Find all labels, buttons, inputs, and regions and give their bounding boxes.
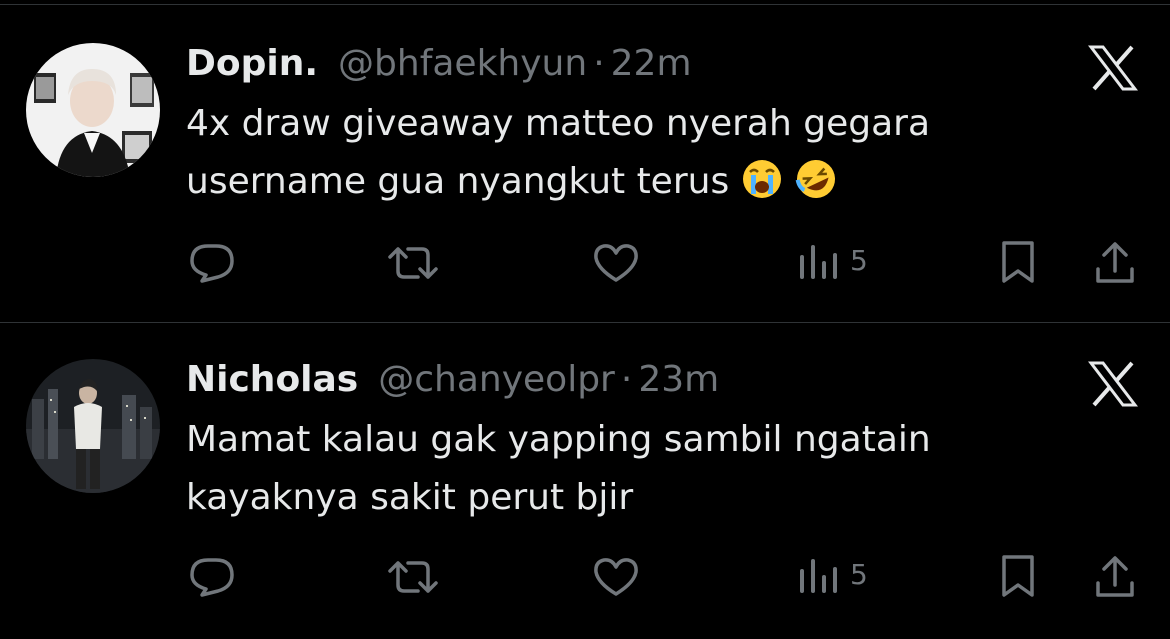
tweet-header: Nicholas @chanyeolpr · 23m — [186, 357, 719, 403]
bookmark-button[interactable] — [1000, 555, 1036, 599]
avatar[interactable] — [26, 43, 160, 177]
share-icon — [1096, 556, 1134, 597]
reply-icon — [190, 558, 234, 597]
views-button[interactable]: 5 — [798, 555, 868, 595]
views-count: 5 — [850, 244, 868, 277]
bookmark-icon — [1002, 241, 1034, 283]
tweet-header: Dopin. @bhfaekhyun · 22m — [186, 41, 692, 87]
separator: · — [620, 359, 633, 400]
bookmark-icon — [1002, 555, 1034, 597]
retweet-button[interactable] — [386, 243, 440, 283]
timestamp[interactable]: 22m — [611, 41, 692, 87]
rolling-on-the-floor-laughing-icon — [795, 158, 837, 200]
retweet-button[interactable] — [386, 557, 440, 597]
reply-button[interactable] — [188, 557, 236, 597]
separator: · — [593, 43, 605, 84]
tweet[interactable]: Nicholas @chanyeolpr · 23m Mamat kalau g… — [0, 323, 1170, 639]
tweet[interactable]: Dopin. @bhfaekhyun · 22m 4x draw giveawa… — [0, 5, 1170, 321]
like-button[interactable] — [592, 243, 640, 283]
timestamp[interactable]: 23m — [638, 357, 719, 403]
views-icon — [800, 245, 837, 279]
retweet-icon — [388, 561, 438, 593]
views-icon — [800, 559, 837, 593]
tweet-text: 4x draw giveaway matteo nyerah gegara us… — [186, 95, 1066, 211]
like-icon — [594, 558, 638, 596]
x-logo-icon — [1087, 361, 1139, 407]
tweet-text: Mamat kalau gak yapping sambil ngatain k… — [186, 411, 1066, 527]
retweet-icon — [388, 247, 438, 279]
loudly-crying-face-icon — [741, 158, 783, 200]
share-icon — [1096, 242, 1134, 283]
display-name[interactable]: Dopin. — [186, 41, 318, 87]
reply-icon — [190, 244, 234, 283]
like-icon — [594, 244, 638, 282]
like-button[interactable] — [592, 557, 640, 597]
share-button[interactable] — [1094, 555, 1136, 599]
bookmark-button[interactable] — [1000, 241, 1036, 285]
avatar[interactable] — [26, 359, 160, 493]
reply-button[interactable] — [188, 243, 236, 283]
tweet-text-content: Mamat kalau gak yapping sambil ngatain k… — [186, 419, 931, 518]
display-name[interactable]: Nicholas — [186, 357, 358, 403]
views-count: 5 — [850, 558, 868, 591]
handle[interactable]: @bhfaekhyun — [338, 41, 587, 87]
views-button[interactable]: 5 — [798, 241, 868, 281]
handle[interactable]: @chanyeolpr — [378, 357, 615, 403]
x-logo-icon — [1087, 45, 1139, 91]
share-button[interactable] — [1094, 241, 1136, 285]
